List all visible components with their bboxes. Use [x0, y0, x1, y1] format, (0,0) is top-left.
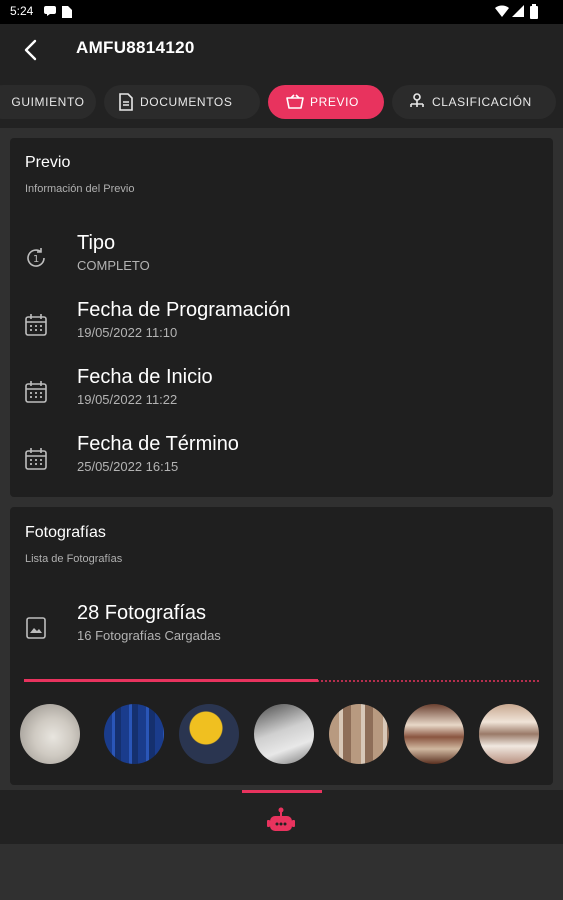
info-label: Fecha de Término [77, 433, 239, 455]
bottom-navigation [0, 790, 563, 844]
photo-thumbnail[interactable] [179, 704, 239, 764]
info-label: Fecha de Programación [77, 299, 291, 321]
previo-card: Previo Información del Previo 1 Tipo COM… [10, 138, 553, 497]
tab-clasificacion[interactable]: CLASIFICACIÓN [392, 85, 556, 119]
tab-documentos[interactable]: DOCUMENTOS [104, 85, 260, 119]
tab-label: PREVIO [310, 95, 359, 109]
sim-card-icon [62, 6, 72, 18]
photo-thumbnail-strip [20, 704, 544, 766]
app-bar: AMFU8814120 [0, 24, 563, 76]
calendar-icon [25, 381, 47, 403]
card-title: Previo [25, 154, 71, 171]
photo-thumbnail[interactable] [329, 704, 389, 764]
card-subtitle: Lista de Fotografías [25, 553, 123, 565]
tab-previo[interactable]: PREVIO [268, 85, 384, 119]
info-value: 19/05/2022 11:10 [77, 325, 178, 340]
nav-indicator [242, 790, 322, 793]
info-label: Tipo [77, 232, 116, 254]
document-icon [118, 93, 134, 111]
back-button[interactable] [14, 34, 46, 66]
arrow-back-icon [24, 39, 37, 61]
chat-notification-icon [44, 6, 56, 16]
info-label: Fecha de Inicio [77, 366, 213, 388]
calendar-icon [25, 448, 47, 470]
wifi-icon [495, 5, 509, 17]
info-row-tipo: 1 Tipo COMPLETO [10, 232, 553, 288]
status-time: 5:24 [10, 4, 34, 18]
photo-thumbnail[interactable] [479, 704, 539, 764]
calendar-icon [25, 314, 47, 336]
tab-seguimiento[interactable]: GUIMIENTO [0, 85, 96, 119]
info-value: COMPLETO [77, 258, 150, 273]
progress-fill [24, 679, 318, 682]
photo-thumbnail[interactable] [254, 704, 314, 764]
info-row-fecha-inicio: Fecha de Inicio 19/05/2022 11:22 [10, 366, 553, 422]
photo-count: 28 Fotografías [77, 602, 206, 624]
tab-bar: GUIMIENTO DOCUMENTOS PREVIO CLASIFICACIÓ… [0, 76, 563, 128]
empty-area [0, 844, 563, 900]
photo-thumbnail[interactable] [404, 704, 464, 764]
hierarchy-icon [408, 93, 426, 111]
basket-icon [286, 94, 304, 110]
card-subtitle: Información del Previo [25, 183, 135, 195]
upload-progress-bar [24, 679, 539, 682]
status-bar: 5:24 [0, 0, 563, 24]
page-title: AMFU8814120 [76, 38, 195, 57]
svg-text:1: 1 [33, 254, 39, 265]
tab-label: DOCUMENTOS [140, 95, 233, 109]
tab-label: GUIMIENTO [11, 95, 85, 109]
robot-icon[interactable] [267, 807, 295, 833]
one-circle-icon: 1 [27, 248, 45, 267]
info-value: 25/05/2022 16:15 [77, 459, 179, 474]
photo-uploaded: 16 Fotografías Cargadas [77, 628, 221, 643]
photo-count-row[interactable]: 28 Fotografías 16 Fotografías Cargadas [10, 602, 553, 658]
info-row-fecha-programacion: Fecha de Programación 19/05/2022 11:10 [10, 299, 553, 355]
info-value: 19/05/2022 11:22 [77, 392, 178, 407]
photo-thumbnail[interactable] [104, 704, 164, 764]
fotografias-card: Fotografías Lista de Fotografías 28 Foto… [10, 507, 553, 785]
info-row-fecha-termino: Fecha de Término 25/05/2022 16:15 [10, 433, 553, 489]
photo-thumbnail[interactable] [20, 704, 80, 764]
tab-label: CLASIFICACIÓN [432, 95, 532, 109]
photo-album-icon [26, 617, 46, 639]
signal-icon [512, 5, 524, 17]
card-title: Fotografías [25, 524, 106, 541]
battery-icon [530, 4, 538, 19]
